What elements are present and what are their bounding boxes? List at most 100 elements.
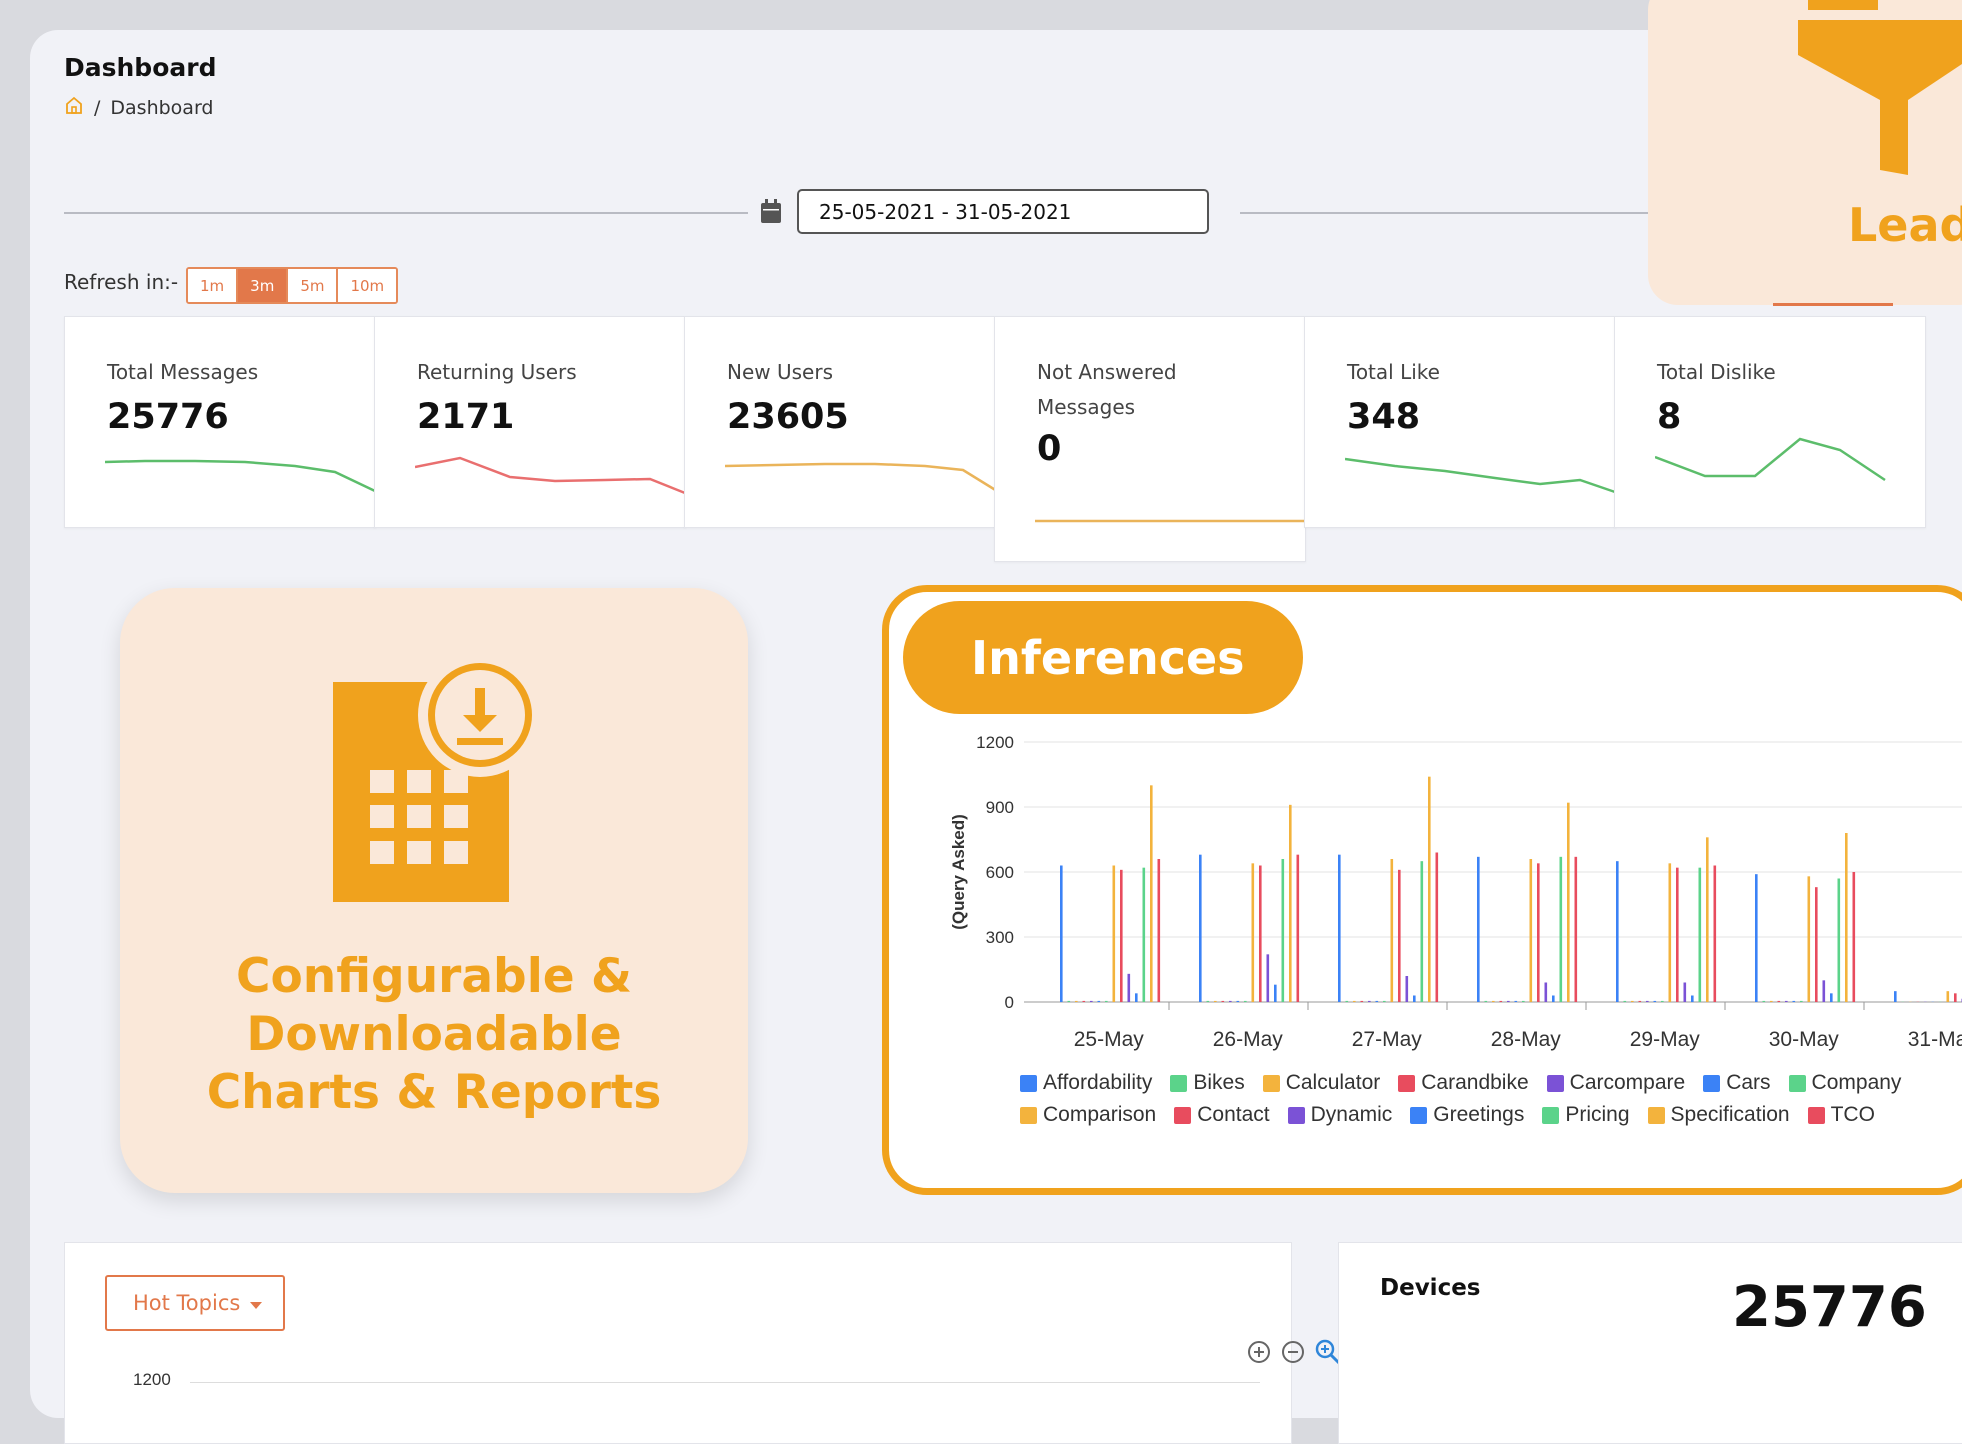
bar (1507, 1001, 1510, 1002)
bar (1639, 1001, 1642, 1002)
bar (1800, 1001, 1803, 1002)
bar (1421, 861, 1424, 1002)
bar (1207, 1001, 1210, 1002)
calendar-icon[interactable] (760, 198, 782, 228)
zoom-in-icon[interactable] (1246, 1339, 1272, 1365)
bar (1353, 1001, 1356, 1002)
bar (1383, 1001, 1386, 1002)
legend-label: Carandbike (1421, 1071, 1528, 1095)
stat-label: Total Dislike (1657, 355, 1776, 390)
divider-left (64, 212, 748, 214)
bar (1376, 1001, 1379, 1002)
stat-card-total-messages: Total Messages 25776 (64, 316, 376, 528)
zoom-out-icon[interactable] (1280, 1339, 1306, 1365)
stat-value: 23605 (727, 397, 849, 437)
legend-item[interactable]: TCO (1808, 1099, 1875, 1131)
bar (1654, 1001, 1657, 1002)
bar (1477, 857, 1480, 1002)
reports-promo-line: Charts & Reports (120, 1064, 748, 1122)
bar (1244, 1001, 1247, 1002)
legend-item[interactable]: Carandbike (1398, 1067, 1528, 1099)
bar (1515, 1001, 1518, 1002)
bar (1815, 887, 1818, 1002)
legend-item[interactable]: Dynamic (1288, 1099, 1393, 1131)
stat-value: 25776 (107, 397, 229, 437)
legend-swatch (1703, 1075, 1720, 1092)
x-tick-label: 25-May (1074, 1028, 1145, 1051)
legend-swatch (1808, 1107, 1825, 1124)
bar (1755, 874, 1758, 1002)
bar (1537, 863, 1540, 1002)
legend-swatch (1547, 1075, 1564, 1092)
bar (1346, 1001, 1349, 1002)
inferences-bar-chart: 03006009001200(Query Asked)25-May26-May2… (920, 720, 1962, 1060)
bar (1545, 983, 1548, 1003)
legend-item[interactable]: Comparison (1020, 1099, 1156, 1131)
bar (1128, 974, 1131, 1002)
stat-value: 348 (1347, 397, 1420, 437)
hot-topics-dropdown[interactable]: Hot Topics (105, 1275, 285, 1331)
bar (1500, 1001, 1503, 1002)
stat-value: 0 (1037, 429, 1061, 469)
bar (1823, 980, 1826, 1002)
sparkline (415, 447, 690, 497)
bar (1259, 866, 1262, 1003)
legend-item[interactable]: Affordability (1020, 1067, 1152, 1099)
bar (1669, 863, 1672, 1002)
stat-label: Not Answered Messages (1037, 355, 1237, 425)
bar (1199, 855, 1202, 1002)
legend-label: Carcompare (1570, 1071, 1686, 1095)
date-range-input[interactable]: 25-05-2021 - 31-05-2021 (797, 189, 1209, 234)
bar (1699, 868, 1702, 1002)
bar (1676, 868, 1679, 1002)
sparkline (1035, 511, 1310, 531)
refresh-option-5m[interactable]: 5m (288, 269, 338, 302)
legend-item[interactable]: Company (1789, 1067, 1902, 1099)
sparkline (105, 447, 380, 497)
legend-swatch (1789, 1075, 1806, 1092)
caret-down-icon (250, 1291, 262, 1315)
legend-item[interactable]: Specification (1648, 1099, 1790, 1131)
bar (1947, 991, 1950, 1002)
bar (1237, 1001, 1240, 1002)
bar (1413, 996, 1416, 1003)
bar (1098, 1001, 1101, 1002)
inferences-legend: Affordability Bikes Calculator Carandbike Ca… (1020, 1067, 1962, 1131)
devices-value: 25776 (1732, 1275, 1927, 1340)
refresh-option-10m[interactable]: 10m (338, 269, 396, 302)
legend-swatch (1020, 1075, 1037, 1092)
y-tick-label: 900 (986, 798, 1014, 817)
bar (1763, 1001, 1766, 1002)
legend-item[interactable]: Greetings (1410, 1099, 1524, 1131)
stat-card-returning-users: Returning Users 2171 (374, 316, 686, 528)
reports-promo-text: Configurable & Downloadable Charts & Rep… (120, 948, 748, 1122)
sparkline (1345, 447, 1620, 497)
bar (1845, 833, 1848, 1002)
bar (1338, 855, 1341, 1002)
legend-item[interactable]: Carcompare (1547, 1067, 1686, 1099)
legend-item[interactable]: Cars (1703, 1067, 1770, 1099)
legend-item[interactable]: Bikes (1170, 1067, 1244, 1099)
bar (1616, 861, 1619, 1002)
legend-item[interactable]: Contact (1174, 1099, 1269, 1131)
bar (1530, 859, 1533, 1002)
bar (1522, 1001, 1525, 1002)
refresh-option-3m[interactable]: 3m (238, 269, 288, 302)
legend-item[interactable]: Calculator (1263, 1067, 1381, 1099)
bar (1060, 866, 1063, 1003)
refresh-option-1m[interactable]: 1m (188, 269, 238, 302)
legend-item[interactable]: Pricing (1542, 1099, 1629, 1131)
stat-card-new-users: New Users 23605 (684, 316, 996, 528)
home-icon[interactable] (64, 95, 84, 120)
bar (1684, 983, 1687, 1003)
bar (1105, 1001, 1108, 1002)
breadcrumb: / Dashboard (64, 95, 214, 120)
y-tick-label: 1200 (976, 733, 1014, 752)
bar (1778, 1001, 1781, 1002)
bar (1646, 1001, 1649, 1002)
bar (1492, 1001, 1495, 1002)
bar (1954, 993, 1957, 1002)
bar (1267, 954, 1270, 1002)
x-tick-label: 28-May (1491, 1028, 1562, 1051)
legend-label: Greetings (1433, 1103, 1524, 1127)
